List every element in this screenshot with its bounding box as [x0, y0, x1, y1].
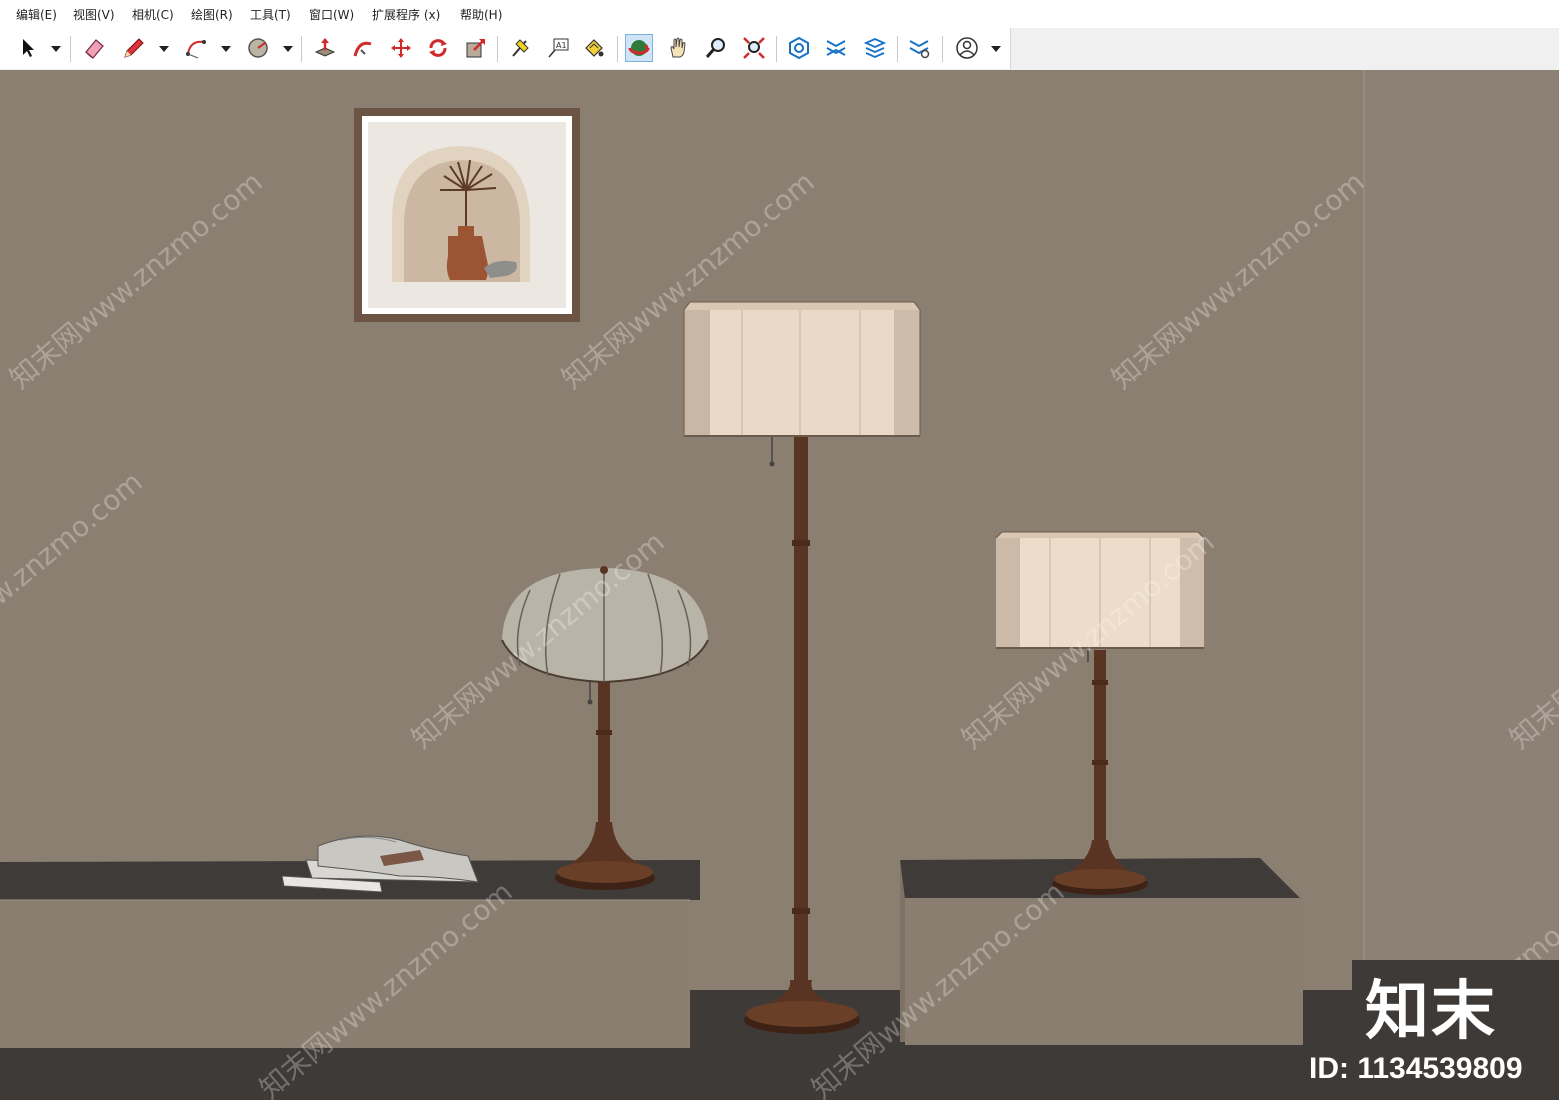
line-dropdown-icon[interactable]: [158, 41, 170, 55]
scale-tool-icon[interactable]: [462, 34, 490, 62]
arc-tool-icon[interactable]: [182, 34, 210, 62]
menu-draw[interactable]: 绘图(R): [191, 6, 233, 23]
menu-window[interactable]: 窗口(W): [309, 6, 354, 23]
framed-artwork: [354, 108, 580, 322]
extension-warehouse-icon[interactable]: [822, 34, 850, 62]
account-icon[interactable]: [953, 34, 981, 62]
toolbar-separator: [301, 36, 302, 62]
follow-me-tool-icon[interactable]: [349, 34, 377, 62]
account-dropdown-icon[interactable]: [990, 41, 1002, 55]
menu-bar: 编辑(E) 视图(V) 相机(C) 绘图(R) 工具(T) 窗口(W) 扩展程序…: [0, 0, 1559, 28]
toolbar-separator: [776, 36, 777, 62]
menu-extensions[interactable]: 扩展程序 (x): [372, 6, 440, 23]
menu-camera[interactable]: 相机(C): [132, 6, 174, 23]
orbit-tool-icon[interactable]: [625, 34, 653, 62]
pan-tool-icon[interactable]: [664, 34, 692, 62]
text-label-icon-text: A1: [556, 41, 567, 50]
eraser-tool-icon[interactable]: [80, 34, 108, 62]
toolbar-separator: [897, 36, 898, 62]
toolbar-tools-group: A1: [0, 28, 1011, 69]
toolbar-separator: [497, 36, 498, 62]
toolbar-separator: [942, 36, 943, 62]
arc-dropdown-icon[interactable]: [220, 41, 232, 55]
extension-manager-icon[interactable]: [905, 34, 933, 62]
menu-view[interactable]: 视图(V): [73, 6, 115, 23]
toolbar: A1: [0, 28, 1559, 71]
scene-render: 知末网www.znzmo.com 知末网www.znzmo.com 知末网www…: [0, 70, 1559, 1100]
toolbar-separator: [70, 36, 71, 62]
model-viewport[interactable]: 知末网www.znzmo.com 知末网www.znzmo.com 知末网www…: [0, 70, 1559, 1100]
layout-icon[interactable]: [861, 34, 889, 62]
brand-logo: 知末: [1365, 975, 1497, 1049]
asset-id-label: ID: 1134539809: [1309, 1052, 1523, 1085]
shape-circle-tool-icon[interactable]: [244, 34, 272, 62]
paint-bucket-tool-icon[interactable]: [580, 34, 608, 62]
zoom-extents-tool-icon[interactable]: [740, 34, 768, 62]
shape-dropdown-icon[interactable]: [282, 41, 294, 55]
text-label-tool-icon[interactable]: A1: [544, 34, 572, 62]
push-pull-tool-icon[interactable]: [311, 34, 339, 62]
menu-edit[interactable]: 编辑(E): [16, 6, 57, 23]
zoom-tool-icon[interactable]: [702, 34, 730, 62]
menu-tools[interactable]: 工具(T): [250, 6, 291, 23]
tape-measure-tool-icon[interactable]: [506, 34, 534, 62]
menu-help[interactable]: 帮助(H): [460, 6, 502, 23]
select-dropdown-icon[interactable]: [50, 41, 62, 55]
warehouse-icon[interactable]: [785, 34, 813, 62]
rotate-tool-icon[interactable]: [424, 34, 452, 62]
move-tool-icon[interactable]: [387, 34, 415, 62]
toolbar-separator: [617, 36, 618, 62]
select-tool-icon[interactable]: [14, 34, 42, 62]
brand-logo-block: 知末 ID: 1134539809: [1309, 960, 1559, 1100]
pencil-line-tool-icon[interactable]: [120, 34, 148, 62]
